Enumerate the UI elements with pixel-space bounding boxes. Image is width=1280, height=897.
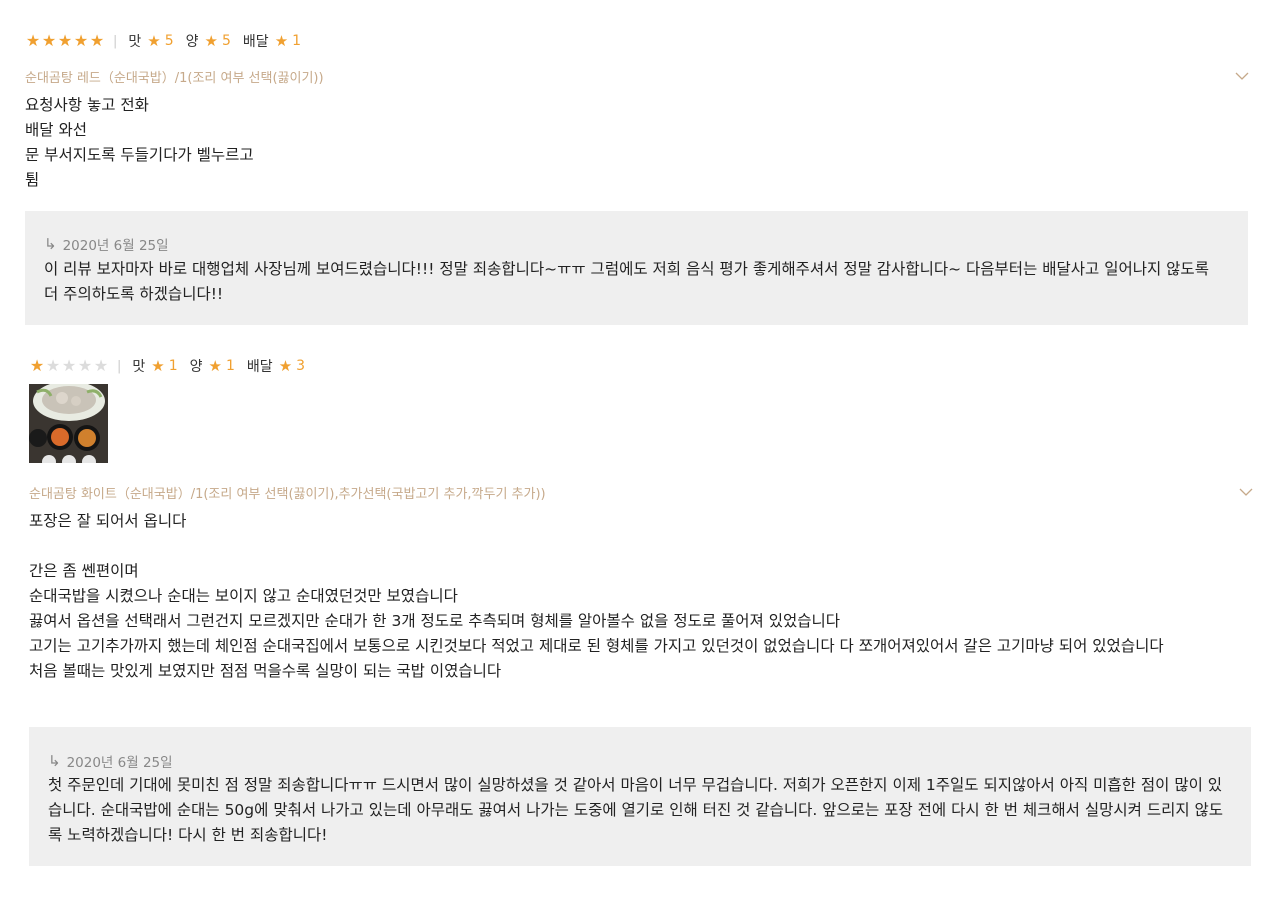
divider: | [113, 33, 118, 49]
review-text: 요청사항 놓고 전화 배달 와선 문 부서지도록 두들기다가 벨누르고 튐 [25, 96, 254, 189]
sub-rating-delivery: 배달 ★ 3 [247, 356, 305, 376]
sub-rating-label: 배달 [246, 359, 273, 375]
reply-date: ↳ 2020년 6월 25일 [44, 234, 169, 254]
review-photo[interactable] [29, 384, 108, 463]
reply-text: 첫 주문인데 기대에 못미친 점 정말 죄송합니다ㅠㅠ 드시면서 많이 실망하셨… [48, 776, 1224, 844]
sub-rating-taste: 맛 ★ 1 [132, 356, 177, 376]
overall-stars: ★ ★ ★ ★ ★ [25, 33, 105, 49]
reply-arrow-icon: ↳ [44, 235, 57, 253]
owner-reply: ↳ 2020년 6월 25일 첫 주문인데 기대에 못미친 점 정말 죄송합니다… [29, 727, 1251, 866]
star-icon: ★ [25, 31, 41, 50]
sub-rating-taste: 맛 ★ 5 [128, 31, 173, 51]
reply-date-text: 2020년 6월 25일 [66, 755, 173, 771]
star-icon: ★ [77, 356, 93, 375]
reply-date-text: 2020년 6월 25일 [62, 238, 169, 254]
reply-arrow-icon: ↳ [48, 752, 61, 770]
sub-rating-value: 1 [226, 358, 235, 374]
sub-rating-label: 양 [185, 34, 199, 50]
owner-reply: ↳ 2020년 6월 25일 이 리뷰 보자마자 바로 대행업체 사장님께 보여… [25, 211, 1248, 325]
star-icon: ★ [151, 357, 165, 375]
star-icon: ★ [41, 31, 57, 50]
star-icon: ★ [93, 356, 109, 375]
star-icon: ★ [147, 32, 161, 50]
star-icon: ★ [57, 31, 73, 50]
divider: | [117, 358, 122, 374]
sub-rating-value: 1 [168, 358, 178, 374]
reply-text: 이 리뷰 보자마자 바로 대행업체 사장님께 보여드렸습니다!!! 정말 죄송합… [44, 260, 1209, 303]
sub-rating-label: 배달 [242, 34, 269, 50]
review-text: 포장은 잘 되어서 옵니다 간은 좀 쎈편이며 순대국밥을 시켰으나 순대는 보… [29, 512, 1164, 680]
chevron-down-icon[interactable] [1233, 68, 1251, 82]
sub-rating-quantity: 양 ★ 5 [186, 31, 231, 51]
rating-line: ★ ★ ★ ★ ★ | 맛 ★ 5 양 ★ 5 배달 ★ 1 [25, 31, 313, 51]
sub-rating-label: 맛 [132, 359, 146, 375]
star-icon: ★ [29, 356, 45, 375]
star-icon: ★ [278, 357, 293, 375]
sub-rating-value: 5 [222, 33, 231, 49]
sub-rating-value: 1 [292, 33, 302, 49]
star-icon: ★ [73, 31, 89, 50]
sub-rating-quantity: 양 ★ 1 [190, 356, 235, 376]
rating-line: ★ ★ ★ ★ ★ | 맛 ★ 1 양 ★ 1 배달 ★ 3 [29, 356, 317, 376]
ordered-menu: 순대곰탕 레드（순대국밥）/1(조리 여부 선택(끓이기)) [25, 71, 324, 86]
star-icon: ★ [204, 32, 218, 50]
sub-rating-label: 맛 [128, 34, 142, 50]
sub-rating-value: 5 [164, 33, 174, 49]
star-icon: ★ [45, 356, 61, 375]
reply-date: ↳ 2020년 6월 25일 [48, 751, 173, 771]
overall-stars: ★ ★ ★ ★ ★ [29, 358, 109, 374]
ordered-menu: 순대곰탕 화이트（순대국밥）/1(조리 여부 선택(끓이기),추가선택(국밥고기… [29, 487, 546, 502]
sub-rating-value: 3 [296, 358, 306, 374]
star-icon: ★ [89, 31, 105, 50]
star-icon: ★ [274, 32, 289, 50]
star-icon: ★ [61, 356, 77, 375]
star-icon: ★ [208, 357, 222, 375]
sub-rating-label: 양 [189, 359, 203, 375]
food-photo-thumbnail [29, 384, 108, 463]
chevron-down-icon[interactable] [1237, 484, 1255, 498]
sub-rating-delivery: 배달 ★ 1 [243, 31, 301, 51]
